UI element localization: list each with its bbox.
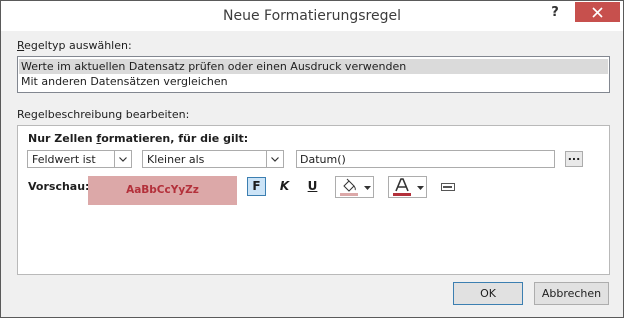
formatting-rule-dialog: Neue Formatierungsregel ? Regeltyp auswä…	[0, 0, 624, 318]
expression-input-value: Datum()	[300, 153, 346, 166]
font-color-icon	[393, 178, 411, 196]
chevron-down-icon	[119, 157, 127, 162]
chevron-down-icon	[271, 157, 279, 162]
preview-text: AaBbCcYyZz	[126, 184, 199, 196]
preview-label: Vorschau:	[28, 180, 90, 193]
title-bar: Neue Formatierungsregel ?	[1, 1, 623, 31]
rule-type-list[interactable]: Werte im aktuellen Datensatz prüfen oder…	[17, 56, 610, 93]
field-value-select[interactable]: Feldwert ist	[27, 150, 132, 168]
rule-type-item-current-record[interactable]: Werte im aktuellen Datensatz prüfen oder…	[19, 59, 608, 74]
font-color-button[interactable]	[388, 176, 427, 198]
close-button[interactable]	[575, 2, 620, 22]
operator-select-value: Kleiner als	[147, 153, 205, 166]
rule-description-label: Regelbeschreibung bearbeiten:	[17, 108, 190, 121]
expression-input[interactable]: Datum()	[296, 150, 555, 168]
help-button[interactable]: ?	[545, 5, 565, 23]
rule-type-item-compare-records[interactable]: Mit anderen Datensätzen vergleichen	[19, 74, 608, 89]
condition-label: Nur Zellen formatieren, für die gilt:	[28, 132, 249, 145]
operator-dropdown-arrow[interactable]	[266, 151, 283, 167]
italic-button[interactable]: K	[275, 177, 294, 196]
preview-box: AaBbCcYyZz	[88, 176, 237, 205]
paint-bucket-icon	[340, 178, 358, 196]
chevron-down-icon	[364, 186, 371, 190]
field-value-select-value: Feldwert ist	[32, 153, 96, 166]
cancel-button[interactable]: Abbrechen	[534, 282, 609, 305]
close-icon	[592, 7, 603, 18]
dialog-title: Neue Formatierungsregel	[223, 8, 401, 24]
expression-builder-button[interactable]: ...	[565, 151, 583, 167]
ok-button[interactable]: OK	[453, 282, 523, 305]
field-value-dropdown-arrow[interactable]	[114, 151, 131, 167]
underline-button[interactable]: U	[303, 177, 322, 196]
chevron-down-icon	[417, 186, 424, 190]
operator-select[interactable]: Kleiner als	[142, 150, 284, 168]
bold-button[interactable]: F	[247, 177, 266, 196]
rule-type-label: Regeltyp auswählen:	[17, 39, 132, 52]
data-bar-toggle[interactable]	[441, 181, 455, 191]
fill-color-button[interactable]	[335, 176, 374, 198]
data-bar-icon	[441, 183, 455, 191]
